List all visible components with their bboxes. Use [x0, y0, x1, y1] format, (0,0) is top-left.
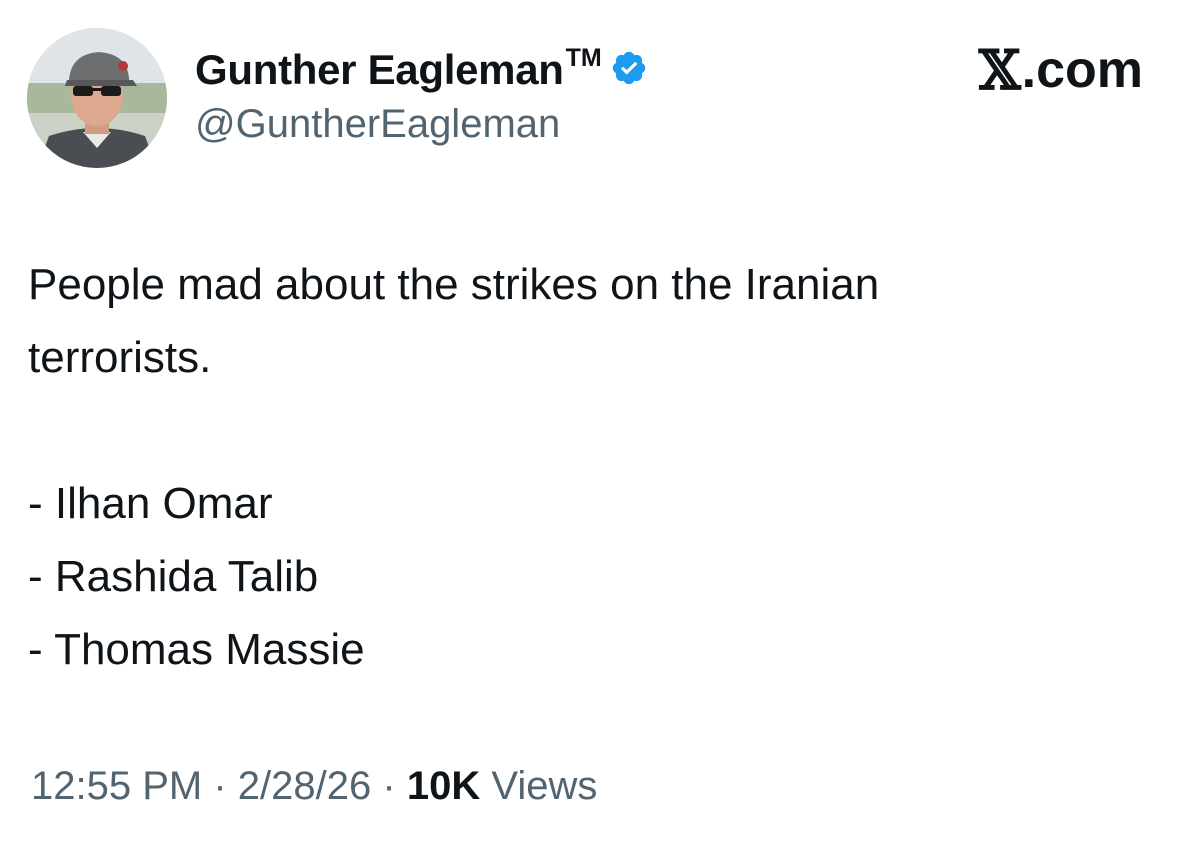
- list-item: - Ilhan Omar: [28, 479, 273, 528]
- tweet-text-line: People mad about the strikes on the Iran…: [28, 260, 880, 309]
- list-item: - Thomas Massie: [28, 625, 365, 674]
- tweet-time[interactable]: 12:55 PM: [31, 764, 202, 808]
- brand-domain: .com: [1021, 41, 1143, 99]
- avatar[interactable]: [27, 28, 167, 168]
- verified-badge-icon[interactable]: [610, 49, 648, 87]
- x-com-watermark: 𝕏 .com: [979, 38, 1143, 102]
- meta-separator: ·: [213, 764, 227, 808]
- list-item: - Rashida Talib: [28, 552, 319, 601]
- views-label: Views: [491, 764, 598, 808]
- trademark-mark: TM: [565, 43, 602, 72]
- tweet-date[interactable]: 2/28/26: [238, 764, 371, 808]
- views-count[interactable]: 10K: [407, 764, 480, 808]
- tweet-text-line: terrorists.: [28, 333, 212, 382]
- meta-separator: ·: [382, 764, 396, 808]
- avatar-photo: [27, 28, 167, 168]
- x-logo-icon: 𝕏: [978, 38, 1021, 102]
- author-name-row[interactable]: Gunther Eagleman TM: [195, 44, 648, 96]
- author-display-name[interactable]: Gunther Eagleman: [195, 46, 564, 94]
- tweet-meta: 12:55 PM · 2/28/26 · 10K Views: [31, 764, 597, 809]
- tweet-text: People mad about the strikes on the Iran…: [28, 248, 1148, 686]
- author-handle[interactable]: @GuntherEagleman: [195, 102, 560, 147]
